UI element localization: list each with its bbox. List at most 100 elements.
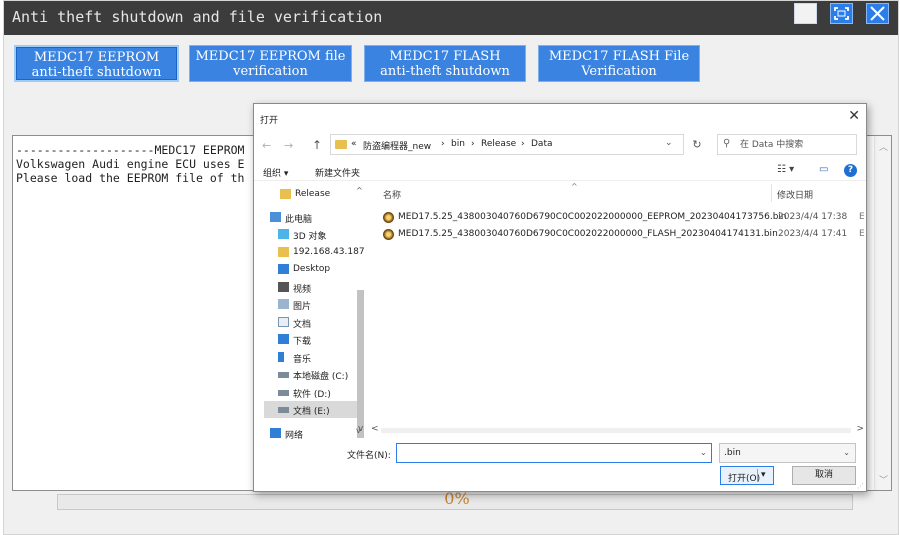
search-icon: ⚲: [723, 138, 731, 149]
nav-item-drive-d[interactable]: 软件 (D:): [264, 384, 364, 401]
maximize-icon: [834, 7, 849, 20]
file-date: 2023/4/4 17:38: [778, 212, 848, 222]
button-line-2: anti-theft shutdown: [31, 65, 162, 80]
file-list: 名称 ^ 修改日期 MED17.5.25_438003040760D6790C0…: [371, 182, 866, 444]
dialog-title: 打开: [260, 116, 279, 126]
scrollbar-thumb[interactable]: [357, 290, 364, 438]
chevron-down-icon[interactable]: ⌄: [700, 448, 707, 457]
horizontal-scrollbar[interactable]: < >: [369, 424, 866, 436]
refresh-icon[interactable]: ↻: [686, 134, 708, 155]
breadcrumb-separator: ›: [521, 139, 525, 149]
sort-ascending-icon: ^: [571, 182, 578, 191]
file-row[interactable]: MED17.5.25_438003040760D6790C0C002022000…: [381, 227, 866, 243]
address-bar[interactable]: « 防盗编程器_new › bin › Release › Data ⌄: [330, 134, 684, 155]
minimize-button[interactable]: [794, 3, 817, 24]
eeprom-file-verification-button[interactable]: MEDC17 EEPROM file verification: [189, 45, 352, 82]
scroll-up-icon[interactable]: ^: [356, 186, 363, 195]
nav-item-network[interactable]: 网络: [264, 425, 364, 442]
flash-file-verification-button[interactable]: MEDC17 FLASH File Verification: [538, 45, 700, 82]
close-icon: [870, 6, 885, 21]
scroll-right-icon[interactable]: >: [856, 424, 864, 434]
scroll-down-icon[interactable]: ﹀: [879, 473, 888, 486]
nav-item-this-pc[interactable]: 此电脑: [264, 209, 364, 226]
nav-item-downloads[interactable]: 下载: [264, 331, 364, 348]
file-type-truncated: E: [859, 229, 865, 239]
nav-item-desktop[interactable]: Desktop: [264, 261, 364, 278]
nav-item-label: 文档 (E:): [293, 407, 330, 417]
navigation-scrollbar[interactable]: ^ v: [354, 182, 366, 444]
scroll-left-icon[interactable]: <: [371, 424, 379, 434]
organize-menu-button[interactable]: 组织 ▾: [263, 166, 288, 179]
log-line: Please load the EEPROM file of th: [16, 171, 245, 185]
bin-file-icon: [383, 212, 394, 223]
pictures-icon: [278, 299, 289, 309]
chevron-down-icon: ⌄: [843, 448, 850, 457]
button-line-1: MEDC17 EEPROM: [33, 50, 160, 65]
folder-icon: [335, 140, 347, 149]
nav-item-documents[interactable]: 文档: [264, 314, 364, 331]
desktop-icon: [278, 264, 289, 274]
file-name-input[interactable]: [396, 443, 712, 463]
cancel-button[interactable]: 取消: [792, 466, 856, 485]
nav-item-3d-objects[interactable]: 3D 对象: [264, 226, 364, 243]
column-header-date[interactable]: 修改日期: [777, 188, 813, 201]
open-button-label: 打开(O): [728, 474, 761, 484]
dialog-close-icon[interactable]: ✕: [848, 108, 860, 124]
up-arrow-icon[interactable]: ↑: [312, 138, 322, 152]
nav-item-label: 文档: [293, 320, 312, 330]
breadcrumb-item[interactable]: Release: [481, 139, 516, 149]
breadcrumb-item[interactable]: 防盗编程器_new: [363, 139, 431, 152]
resize-grip-icon[interactable]: ⋰: [857, 482, 864, 490]
close-button[interactable]: [866, 3, 889, 24]
column-header-name[interactable]: 名称: [383, 188, 401, 201]
open-button[interactable]: 打开(O) ▾: [720, 466, 774, 485]
chevron-down-icon[interactable]: v: [358, 424, 363, 434]
nav-item-drive-c[interactable]: 本地磁盘 (C:): [264, 366, 364, 383]
split-divider: [757, 469, 758, 482]
search-input[interactable]: [740, 137, 852, 152]
scrollbar-thumb[interactable]: [381, 428, 851, 433]
new-folder-button[interactable]: 新建文件夹: [315, 166, 360, 179]
breadcrumb-item[interactable]: bin: [451, 139, 465, 149]
nav-item-label: 此电脑: [285, 215, 313, 225]
music-icon: [278, 352, 284, 362]
nav-item-network-drive[interactable]: 192.168.43.187: [264, 244, 365, 261]
log-scrollbar[interactable]: ︿ ﹀: [874, 136, 891, 490]
toolbar-divider: [254, 180, 866, 181]
eeprom-anti-theft-shutdown-button[interactable]: MEDC17 EEPROM anti-theft shutdown: [14, 45, 179, 82]
maximize-button[interactable]: [830, 3, 853, 24]
column-divider[interactable]: [771, 184, 772, 202]
nav-item-pictures[interactable]: 图片: [264, 296, 364, 313]
flash-anti-theft-shutdown-button[interactable]: MEDC17 FLASH anti-theft shutdown: [364, 45, 526, 82]
breadcrumb-separator: ›: [471, 139, 475, 149]
forward-arrow-icon[interactable]: →: [284, 139, 293, 152]
nav-item-videos[interactable]: 视频: [264, 279, 364, 296]
help-icon[interactable]: ?: [844, 164, 857, 177]
network-drive-icon: [278, 247, 289, 257]
file-type-value: .bin: [724, 448, 741, 458]
file-row[interactable]: MED17.5.25_438003040760D6790C0C002022000…: [381, 210, 866, 226]
breadcrumb-item[interactable]: Data: [531, 139, 553, 149]
file-name: MED17.5.25_438003040760D6790C0C002022000…: [398, 212, 787, 222]
view-options-icon[interactable]: ☷ ▾: [777, 164, 794, 175]
bin-file-icon: [383, 229, 394, 240]
log-line: Volkswagen Audi engine ECU uses E: [16, 157, 245, 171]
nav-item-release[interactable]: Release: [264, 186, 364, 203]
network-icon: [270, 428, 281, 438]
nav-item-drive-e[interactable]: 文档 (E:): [264, 401, 364, 418]
chevron-down-icon[interactable]: ⌄: [665, 138, 673, 148]
preview-pane-icon[interactable]: ▭: [819, 164, 828, 175]
file-type-select[interactable]: .bin ⌄: [719, 443, 856, 463]
open-file-dialog: 打开 ✕ ← → ↑ « 防盗编程器_new › bin › Release ›…: [253, 103, 867, 492]
search-box[interactable]: ⚲: [717, 134, 857, 155]
button-line-1: MEDC17 FLASH File: [548, 49, 690, 64]
nav-item-music[interactable]: 音乐: [264, 349, 364, 366]
back-arrow-icon[interactable]: ←: [262, 139, 271, 152]
nav-item-label: Release: [295, 189, 331, 199]
breadcrumb-overflow[interactable]: «: [351, 139, 357, 149]
nav-item-label: 3D 对象: [293, 232, 327, 242]
caret-down-icon[interactable]: ▾: [761, 470, 766, 480]
3d-objects-icon: [278, 229, 289, 239]
scroll-up-icon[interactable]: ︿: [879, 140, 888, 153]
nav-item-label: 视频: [293, 285, 312, 295]
